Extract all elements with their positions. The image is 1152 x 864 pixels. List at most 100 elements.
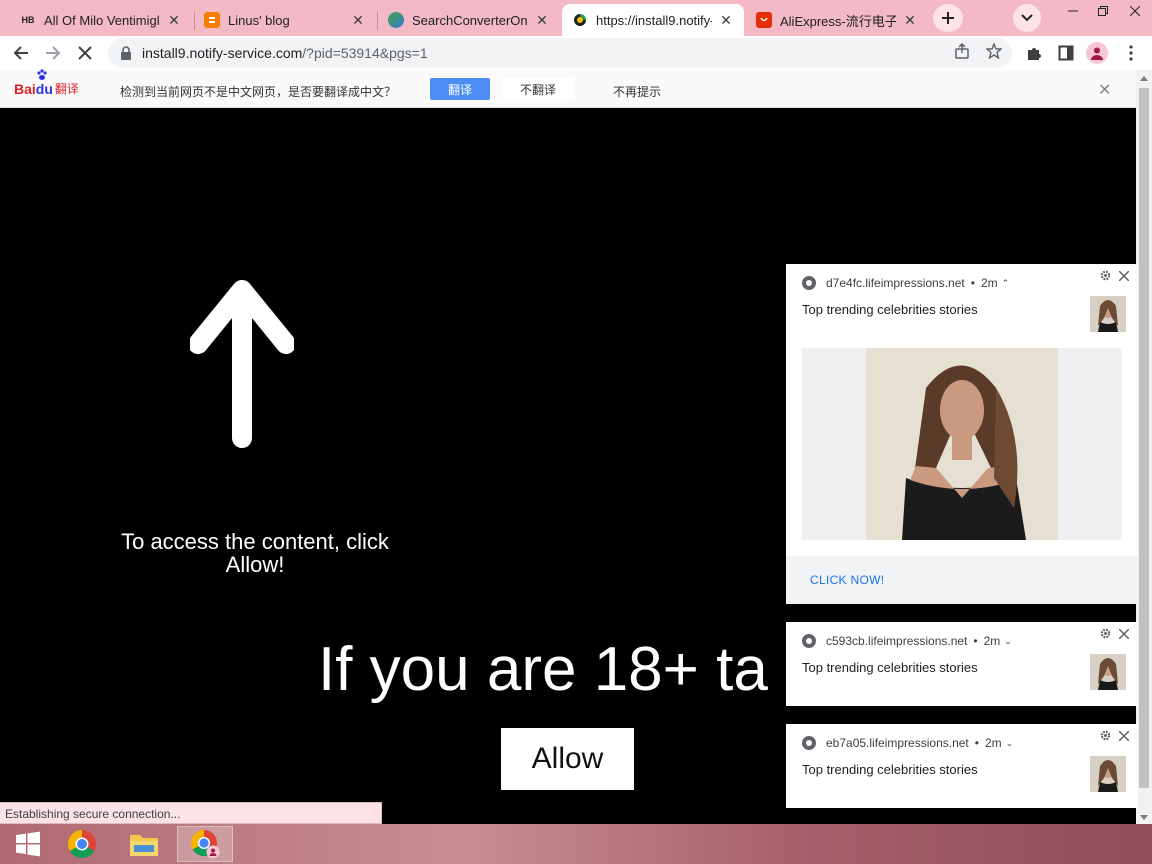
up-arrow-icon [190,280,294,448]
tab-milo-ventimiglia[interactable]: HB All Of Milo Ventimiglia ✕ [10,4,192,36]
allow-button[interactable]: Allow [501,728,634,790]
notification-action-bar: CLICK NOW! [786,556,1138,604]
back-button[interactable] [8,40,34,66]
back-arrow-icon [13,46,28,60]
new-tab-button[interactable] [933,4,963,32]
tab-strip: HB All Of Milo Ventimiglia ✕ Linus' blog… [0,0,1152,36]
close-notification-icon[interactable] [1118,728,1130,744]
close-window-button[interactable] [1120,0,1150,22]
notification-site: c593cb.lifeimpressions.net [826,634,968,648]
notification-time: 2m [983,634,1001,648]
minimize-icon [1068,10,1078,12]
chrome-icon [802,276,816,290]
tab-linus-blog[interactable]: Linus' blog ✕ [194,4,376,36]
extensions-button[interactable] [1021,40,1047,66]
click-now-button[interactable]: CLICK NOW! [810,573,884,587]
notification-thumbnail [1090,756,1126,792]
notification-header: d7e4fc.lifeimpressions.net • 2m ⌃ [802,276,1009,290]
close-tab-icon[interactable]: ✕ [350,12,366,28]
notification-message: Top trending celebrities stories [802,762,978,777]
tab-aliexpress[interactable]: AliExpress-流行电子产 ✕ [746,4,928,36]
close-notification-icon[interactable] [1118,626,1130,642]
close-translate-icon[interactable]: ✕ [1098,80,1111,100]
scroll-thumb[interactable] [1139,88,1149,788]
no-translate-button[interactable]: 不翻译 [502,78,574,100]
puzzle-icon [1028,48,1041,60]
folder-icon [130,835,158,856]
age-prompt-headline: If you are 18+ ta [318,635,768,704]
baidu-paw-icon: du [35,68,53,97]
stop-loading-button[interactable] [72,40,98,66]
tab-title: AliExpress-流行电子产 [780,13,896,29]
address-bar[interactable]: install9.notify-service.com/?pid=53914&p… [108,38,1012,68]
taskbar-chrome-profile[interactable] [177,826,233,862]
chrome-icon [802,634,816,648]
menu-button[interactable] [1118,40,1144,66]
start-button[interactable] [0,826,56,862]
chevron-down-icon[interactable]: ⌄ [1006,738,1014,749]
plus-icon [942,12,954,24]
baidu-logo: Bai du 翻译 [14,68,79,97]
taskbar-file-explorer[interactable] [116,826,172,862]
settings-gear-icon[interactable] [1100,270,1111,284]
notification-card[interactable]: c593cb.lifeimpressions.net • 2m ⌄ Top tr… [786,622,1138,706]
scroll-up-icon[interactable] [1136,74,1152,83]
url-query: /?pid=53914&pgs=1 [302,45,428,61]
restore-button[interactable] [1088,0,1118,22]
close-notification-icon[interactable] [1118,268,1130,284]
forward-button[interactable] [40,40,66,66]
settings-gear-icon[interactable] [1100,730,1111,744]
close-tab-icon[interactable]: ✕ [902,12,918,28]
notification-card[interactable]: eb7a05.lifeimpressions.net • 2m ⌄ Top tr… [786,724,1138,808]
chevron-down-icon[interactable]: ⌄ [1004,636,1012,647]
settings-gear-icon[interactable] [1100,628,1111,642]
aliexpress-icon [756,12,772,28]
notification-header: eb7a05.lifeimpressions.net • 2m ⌄ [802,736,1013,750]
status-bubble: Establishing secure connection... [0,802,382,824]
url-text: install9.notify-service.com/?pid=53914&p… [142,45,428,61]
no-prompt-link[interactable]: 不再提示 [613,83,661,100]
searchconverter-icon [388,12,404,28]
blogger-icon [204,12,220,28]
kebab-menu-icon [1129,45,1133,61]
notification-card[interactable]: d7e4fc.lifeimpressions.net • 2m ⌃ Top tr… [786,264,1138,604]
windows-logo-icon [16,831,40,857]
chevron-up-icon[interactable]: ⌃ [1002,278,1010,289]
page-scrollbar[interactable] [1136,70,1152,824]
baidu-logo-fanyi: 翻译 [54,82,79,96]
tab-title: SearchConverterOnline [412,12,528,28]
close-tab-icon[interactable]: ✕ [534,12,550,28]
star-icon [986,43,1002,59]
share-icon [955,43,969,59]
minimize-button[interactable] [1058,0,1088,22]
close-tab-icon[interactable]: ✕ [166,12,182,28]
translate-button[interactable]: 翻译 [430,78,490,100]
separator-dot: • [970,276,975,290]
tab-install9-notify[interactable]: https://install9.notify- ✕ [562,4,744,36]
side-panel-icon [1058,45,1074,61]
bookmark-button[interactable] [984,41,1004,61]
chevron-down-icon [1021,14,1033,22]
notification-thumbnail [1090,654,1126,690]
tab-searchconverter[interactable]: SearchConverterOnline ✕ [378,4,560,36]
lock-icon [120,46,132,60]
baidu-logo-bai: Bai [14,80,36,97]
loading-icon [572,12,588,28]
notification-time: 2m [980,276,998,290]
separator-dot: • [974,736,979,750]
notification-thumbnail [1090,296,1126,332]
tab-search-button[interactable] [1013,4,1041,32]
side-panel-button[interactable] [1053,40,1079,66]
chrome-profile-icon [190,829,220,859]
baidu-logo-du: du [35,80,53,97]
notification-header: c593cb.lifeimpressions.net • 2m ⌄ [802,634,1012,648]
chrome-icon [802,736,816,750]
tab-title: https://install9.notify- [596,12,712,28]
scroll-down-icon[interactable] [1136,813,1152,822]
close-tab-icon[interactable]: ✕ [718,12,734,28]
share-button[interactable] [952,41,972,61]
profile-avatar[interactable] [1086,42,1108,64]
translate-bar: Bai du 翻译 检测到当前网页不是中文网页，是否要翻译成中文？ 翻译 不翻译… [0,68,1136,108]
taskbar-chrome[interactable] [54,826,110,862]
hb-icon: HB [21,15,35,25]
